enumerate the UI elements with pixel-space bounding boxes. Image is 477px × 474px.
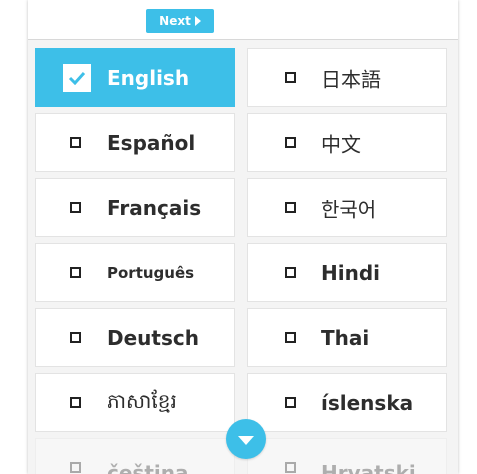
language-option-khmer[interactable]: ភាសាខ្មែរ xyxy=(35,373,235,432)
language-panel: Next English 日本語 Español 中文 Français 한국어 xyxy=(28,0,458,474)
checkbox[interactable] xyxy=(285,396,296,408)
language-label: ភាសាខ្មែរ xyxy=(107,388,177,413)
checkbox[interactable] xyxy=(70,396,81,408)
language-label: 한국어 xyxy=(321,197,377,221)
language-option-czech[interactable]: čeština xyxy=(35,438,235,474)
scroll-down-button[interactable] xyxy=(226,419,266,459)
checkbox[interactable] xyxy=(285,461,296,473)
checkbox[interactable] xyxy=(70,201,81,213)
language-label: íslenska xyxy=(321,390,414,415)
language-label: Hrvatski xyxy=(321,461,416,474)
language-option-japanese[interactable]: 日本語 xyxy=(247,48,447,107)
checkbox[interactable] xyxy=(70,266,81,278)
language-label: Español xyxy=(107,130,196,155)
language-option-hindi[interactable]: Hindi xyxy=(247,243,447,302)
checkbox[interactable] xyxy=(285,71,296,83)
chevron-down-icon xyxy=(238,436,254,445)
language-label: Português xyxy=(107,263,195,282)
checkbox[interactable] xyxy=(285,331,296,343)
top-bar: Next xyxy=(28,0,458,40)
language-label: Thai xyxy=(321,325,370,350)
language-option-thai[interactable]: Thai xyxy=(247,308,447,367)
language-option-english[interactable]: English xyxy=(35,48,235,107)
language-option-chinese[interactable]: 中文 xyxy=(247,113,447,172)
checkbox[interactable] xyxy=(285,136,296,148)
language-option-german[interactable]: Deutsch xyxy=(35,308,235,367)
caret-right-icon xyxy=(194,16,201,26)
language-label: Deutsch xyxy=(107,325,199,350)
language-option-croatian[interactable]: Hrvatski xyxy=(247,438,447,474)
checkbox-checked[interactable] xyxy=(63,63,91,92)
checkbox[interactable] xyxy=(70,461,81,473)
next-button[interactable]: Next xyxy=(146,9,214,33)
checkbox[interactable] xyxy=(70,136,81,148)
language-label: 日本語 xyxy=(321,67,381,91)
checkbox[interactable] xyxy=(285,201,296,213)
checkbox[interactable] xyxy=(70,331,81,343)
language-option-spanish[interactable]: Español xyxy=(35,113,235,172)
language-option-french[interactable]: Français xyxy=(35,178,235,237)
language-option-korean[interactable]: 한국어 xyxy=(247,178,447,237)
language-option-portuguese[interactable]: Português xyxy=(35,243,235,302)
language-label: Hindi xyxy=(321,260,381,285)
language-label: 中文 xyxy=(321,132,361,156)
language-label: Français xyxy=(107,195,202,220)
checkmark-icon xyxy=(68,71,86,85)
language-label: English xyxy=(107,65,190,90)
language-option-icelandic[interactable]: íslenska xyxy=(247,373,447,432)
next-button-label: Next xyxy=(159,14,191,28)
language-label: čeština xyxy=(107,461,189,474)
checkbox[interactable] xyxy=(285,266,296,278)
